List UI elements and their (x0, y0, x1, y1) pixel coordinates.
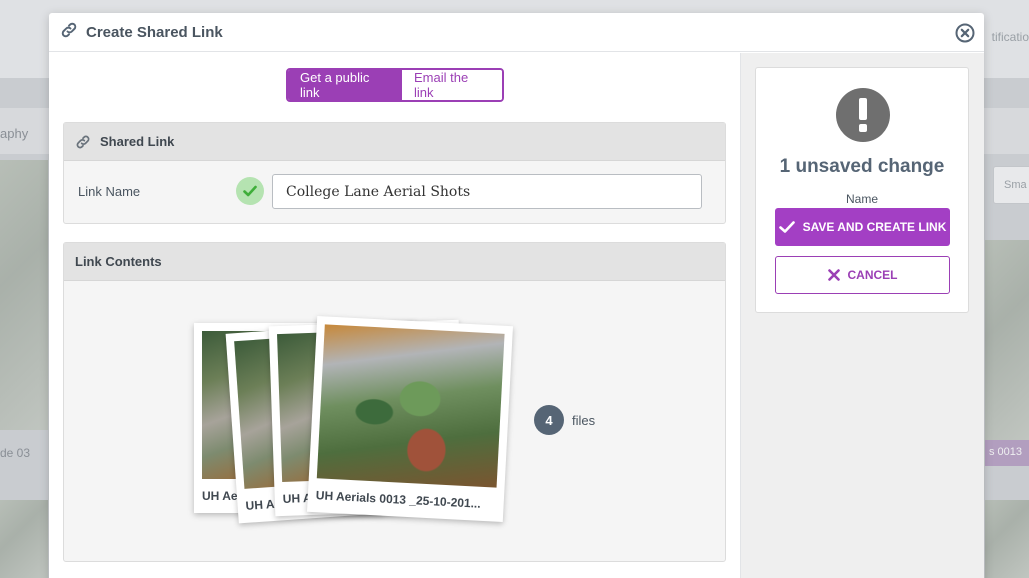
link-name-label: Link Name (78, 184, 141, 199)
exclamation-icon (836, 88, 890, 142)
file-thumbnail-stack[interactable]: UH Ae UH A UH A UH Aerials 0013 _25-10-2… (64, 281, 725, 561)
changed-field: Name (845, 192, 878, 206)
link-contents-panel-header: Link Contents (64, 243, 725, 281)
summary-column: 1 unsaved change Name SAVE AND CREATE LI… (740, 53, 984, 578)
shared-link-heading: Shared Link (100, 134, 175, 149)
shared-link-panel: Shared Link Link Name (63, 122, 726, 224)
file-count-label: files (572, 412, 596, 428)
unsaved-count: 1 unsaved change (779, 156, 945, 177)
modal-header: Create Shared Link (49, 13, 984, 52)
file-caption: UH Aerials 0013 _25-10-201... (315, 488, 482, 511)
email-link-tab[interactable]: Email the link (402, 70, 502, 100)
file-count: 4 files (534, 405, 595, 435)
save-and-create-link-button[interactable]: SAVE AND CREATE LINK (775, 208, 950, 246)
close-icon (827, 269, 840, 281)
check-icon (778, 220, 795, 234)
background-tile-caption: de 03 (0, 446, 31, 460)
modal-title: Create Shared Link (86, 23, 223, 41)
background-tile (0, 500, 48, 578)
background-search: Sma (993, 166, 1029, 204)
file-count-badge: 4 (534, 405, 564, 435)
cancel-button-label: CANCEL (847, 268, 898, 282)
background-tile (985, 500, 1029, 578)
shared-link-panel-header: Shared Link (64, 123, 725, 161)
link-name-row: Link Name (64, 161, 725, 223)
link-name-input[interactable] (272, 174, 702, 209)
aerial-photo (316, 324, 505, 488)
link-contents-panel: Link Contents UH Ae UH A UH A UH Aerials… (63, 242, 726, 562)
link-icon (75, 134, 91, 150)
link-icon (60, 21, 78, 44)
get-public-link-tab[interactable]: Get a public link (288, 70, 402, 100)
file-thumbnail: UH Aerials 0013 _25-10-201... (307, 316, 513, 522)
save-button-label: SAVE AND CREATE LINK (802, 220, 947, 234)
main-column: Get a public link Email the link Shared … (49, 53, 740, 578)
create-shared-link-modal: Create Shared Link Get a public link Ema… (49, 13, 984, 578)
check-icon (236, 177, 264, 205)
background-tile-caption: s 0013 (985, 440, 1029, 466)
link-type-toggle: Get a public link Email the link (286, 68, 504, 102)
cancel-button[interactable]: CANCEL (775, 256, 950, 294)
background-tile (985, 240, 1029, 440)
background-tile (0, 160, 48, 430)
background-breadcrumb: aphy (0, 126, 29, 141)
background-notifications: tificatio (991, 30, 1029, 44)
close-icon[interactable] (955, 23, 975, 43)
unsaved-changes-card: 1 unsaved change Name SAVE AND CREATE LI… (755, 67, 969, 313)
